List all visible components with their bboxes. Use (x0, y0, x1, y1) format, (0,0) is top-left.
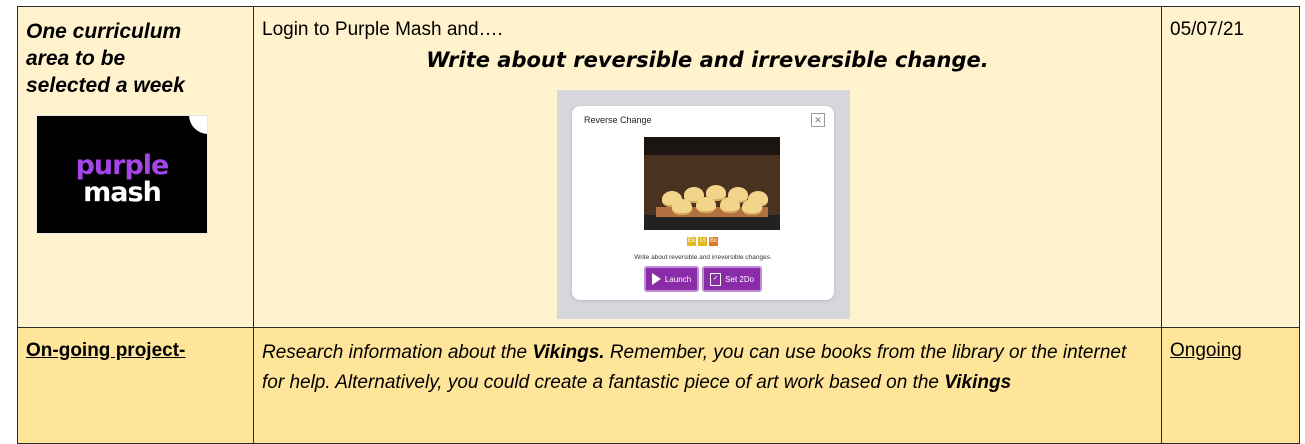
purple-mash-logo: purple mash (36, 115, 208, 234)
play-icon (651, 273, 661, 285)
logo-word-mash: mash (83, 177, 162, 208)
due-date: 05/07/21 (1170, 19, 1244, 40)
subject-line: selected a week (26, 74, 185, 97)
badge: Ex (687, 237, 696, 246)
activity-title: Reverse Change (584, 115, 652, 125)
launch-label: Launch (664, 274, 692, 284)
badge: Lt (698, 237, 707, 246)
task-title: Write about reversible and irreversible … (426, 48, 989, 72)
status-text: Ongoing (1170, 340, 1242, 361)
project-label: On-going project- (26, 340, 186, 361)
intro-text: Login to Purple Mash and…. (262, 19, 503, 40)
task-cell: Login to Purple Mash and…. Write about r… (253, 6, 1162, 328)
logo-word-purple: purple (75, 150, 170, 181)
oven-photo (644, 137, 780, 230)
badge: Bc (709, 237, 718, 246)
project-cell: Research information about the Vikings. … (253, 327, 1162, 444)
table-row: One curriculum area to be selected a wee… (17, 6, 1300, 328)
subject-line: One curriculum (26, 20, 182, 43)
launch-button[interactable]: Launch (643, 266, 700, 292)
subject-heading: One curriculum area to be selected a wee… (18, 7, 253, 99)
table-row: On-going project- Research information a… (17, 327, 1300, 444)
set-2do-button[interactable]: ✓ Set 2Do (702, 266, 763, 292)
close-icon[interactable]: ✕ (811, 113, 825, 127)
activity-description: Write about reversible and irreversible … (634, 254, 772, 261)
set-2do-label: Set 2Do (725, 274, 755, 284)
activity-card: Reverse Change ✕ Ex Lt Bc Write about re… (572, 106, 834, 300)
activity-screenshot: Reverse Change ✕ Ex Lt Bc Write about re… (557, 90, 850, 319)
status-cell: Ongoing (1161, 327, 1300, 444)
subject-cell: One curriculum area to be selected a wee… (17, 6, 254, 328)
research-part: Research information about the (262, 342, 533, 363)
research-emphasis: Vikings. (532, 342, 605, 363)
project-label-cell: On-going project- (17, 327, 254, 444)
clipboard-check-icon: ✓ (710, 272, 722, 286)
homework-table: One curriculum area to be selected a wee… (17, 6, 1300, 444)
research-text: Research information about the Vikings. … (254, 328, 1161, 398)
research-emphasis: Vikings (944, 372, 1012, 393)
activity-badges: Ex Lt Bc (687, 237, 718, 247)
date-cell: 05/07/21 (1161, 6, 1300, 328)
subject-line: area to be (26, 47, 126, 70)
